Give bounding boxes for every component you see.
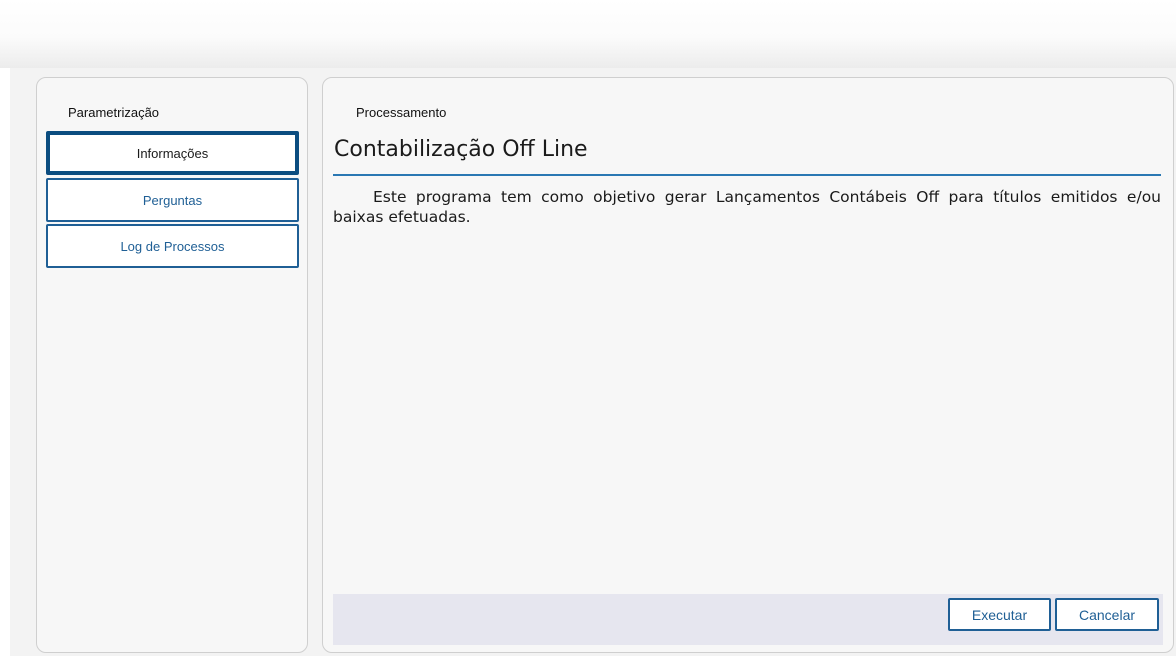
nav-button-label: Informações (136, 145, 209, 161)
window-top-band (0, 0, 1176, 68)
cancel-button[interactable]: Cancelar (1055, 598, 1159, 631)
parameters-panel: Parametrização Informações Perguntas Log… (36, 77, 308, 653)
nav-button-label: Log de Processos (120, 238, 225, 254)
nav-button-label: Perguntas (142, 192, 203, 208)
nav-button-informacoes[interactable]: Informações (46, 131, 299, 175)
nav-button-log-de-processos[interactable]: Log de Processos (46, 224, 299, 268)
cancel-button-label: Cancelar (1078, 606, 1136, 623)
page-title: Contabilização Off Line (334, 137, 588, 162)
execute-button-label: Executar (971, 606, 1028, 623)
nav-button-perguntas[interactable]: Perguntas (46, 178, 299, 222)
program-description: Este programa tem como objetivo gerar La… (333, 188, 1161, 226)
action-bar: Executar Cancelar (333, 594, 1163, 645)
processing-caption: Processamento (356, 105, 447, 120)
processing-panel: Processamento Contabilização Off Line Es… (322, 77, 1174, 653)
parameters-caption: Parametrização (68, 105, 160, 120)
title-divider (333, 174, 1161, 176)
execute-button[interactable]: Executar (948, 598, 1051, 631)
